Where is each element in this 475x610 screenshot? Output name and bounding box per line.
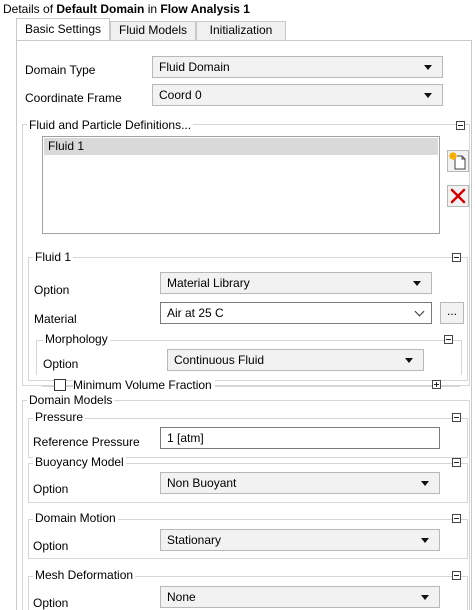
- title-object: Default Domain: [56, 2, 145, 16]
- motion-option-label: Option: [33, 539, 69, 553]
- reference-pressure-value: 1 [atm]: [167, 431, 204, 445]
- domain-motion-title: Domain Motion: [33, 511, 118, 525]
- dropdown-arrow-icon: [421, 595, 429, 600]
- morphology-option-select[interactable]: Continuous Fluid: [167, 349, 424, 371]
- collapse-icon[interactable]: [444, 335, 453, 344]
- collapse-icon[interactable]: [452, 571, 461, 580]
- morphology-option-value: Continuous Fluid: [174, 353, 265, 367]
- buoyancy-option-value: Non Buoyant: [167, 476, 237, 490]
- expand-icon[interactable]: [432, 380, 441, 389]
- dropdown-arrow-icon: [405, 358, 413, 363]
- collapse-icon[interactable]: [452, 253, 461, 262]
- material-value: Air at 25 C: [167, 306, 224, 320]
- domain-type-label: Domain Type: [25, 63, 96, 77]
- fluid1-option-select[interactable]: Material Library: [160, 272, 432, 294]
- tab-initialization[interactable]: Initialization: [196, 21, 286, 40]
- reference-pressure-label: Reference Pressure: [33, 435, 140, 449]
- mesh-deformation-title: Mesh Deformation: [33, 568, 136, 582]
- chevron-down-icon: [414, 306, 425, 317]
- min-volume-fraction-label: Minimum Volume Fraction: [73, 378, 215, 392]
- domain-type-select[interactable]: Fluid Domain: [152, 56, 443, 78]
- collapse-icon[interactable]: [452, 514, 461, 523]
- pressure-title: Pressure: [33, 410, 86, 424]
- tab-basic-settings[interactable]: Basic Settings: [16, 18, 110, 40]
- min-volume-fraction-checkbox[interactable]: [54, 379, 66, 391]
- dropdown-arrow-icon: [413, 281, 421, 286]
- mesh-option-value: None: [167, 590, 196, 604]
- title-prefix: Details of: [3, 2, 57, 16]
- motion-option-value: Stationary: [167, 533, 222, 547]
- domain-models-title: Domain Models: [27, 393, 115, 407]
- dropdown-arrow-icon: [424, 93, 432, 98]
- delete-fluid-button[interactable]: [447, 185, 469, 207]
- buoyancy-model-title: Buoyancy Model: [33, 455, 126, 469]
- buoyancy-option-label: Option: [33, 482, 69, 496]
- material-field[interactable]: Air at 25 C: [160, 302, 432, 324]
- material-label: Material: [34, 312, 77, 326]
- mesh-option-label: Option: [33, 596, 69, 610]
- browse-material-button[interactable]: ...: [440, 302, 464, 324]
- tab-fluid-models[interactable]: Fluid Models: [110, 21, 196, 40]
- fluid-particle-definitions-title: Fluid and Particle Definitions...: [27, 118, 194, 132]
- title-mid: in: [144, 2, 161, 16]
- new-fluid-button[interactable]: [447, 150, 469, 172]
- fluid-list: Fluid 1: [42, 136, 440, 234]
- morphology-title: Morphology: [43, 332, 110, 346]
- coordinate-frame-select[interactable]: Coord 0: [152, 84, 443, 106]
- fluid1-title: Fluid 1: [33, 250, 74, 264]
- collapse-icon[interactable]: [452, 413, 461, 422]
- title-context: Flow Analysis 1: [160, 2, 250, 16]
- collapse-icon[interactable]: [456, 121, 465, 130]
- fluid-list-item[interactable]: Fluid 1: [44, 138, 438, 155]
- fluid1-option-label: Option: [34, 283, 70, 297]
- mesh-option-select[interactable]: None: [160, 586, 440, 608]
- morphology-option-label: Option: [43, 357, 79, 371]
- coordinate-frame-label: Coordinate Frame: [25, 91, 122, 105]
- buoyancy-option-select[interactable]: Non Buoyant: [160, 472, 440, 494]
- panel-title: Details of Default Domain in Flow Analys…: [0, 0, 475, 18]
- dropdown-arrow-icon: [421, 538, 429, 543]
- reference-pressure-input[interactable]: 1 [atm]: [160, 427, 440, 449]
- red-x-delete-icon: [450, 188, 466, 204]
- dropdown-arrow-icon: [421, 481, 429, 486]
- tab-bar: Basic Settings Fluid Models Initializati…: [0, 18, 475, 40]
- coordinate-frame-value: Coord 0: [159, 88, 202, 102]
- motion-option-select[interactable]: Stationary: [160, 529, 440, 551]
- fluid1-option-value: Material Library: [167, 276, 250, 290]
- new-document-icon: [449, 152, 466, 170]
- dropdown-arrow-icon: [424, 65, 432, 70]
- collapse-icon[interactable]: [452, 458, 461, 467]
- domain-type-value: Fluid Domain: [159, 60, 230, 74]
